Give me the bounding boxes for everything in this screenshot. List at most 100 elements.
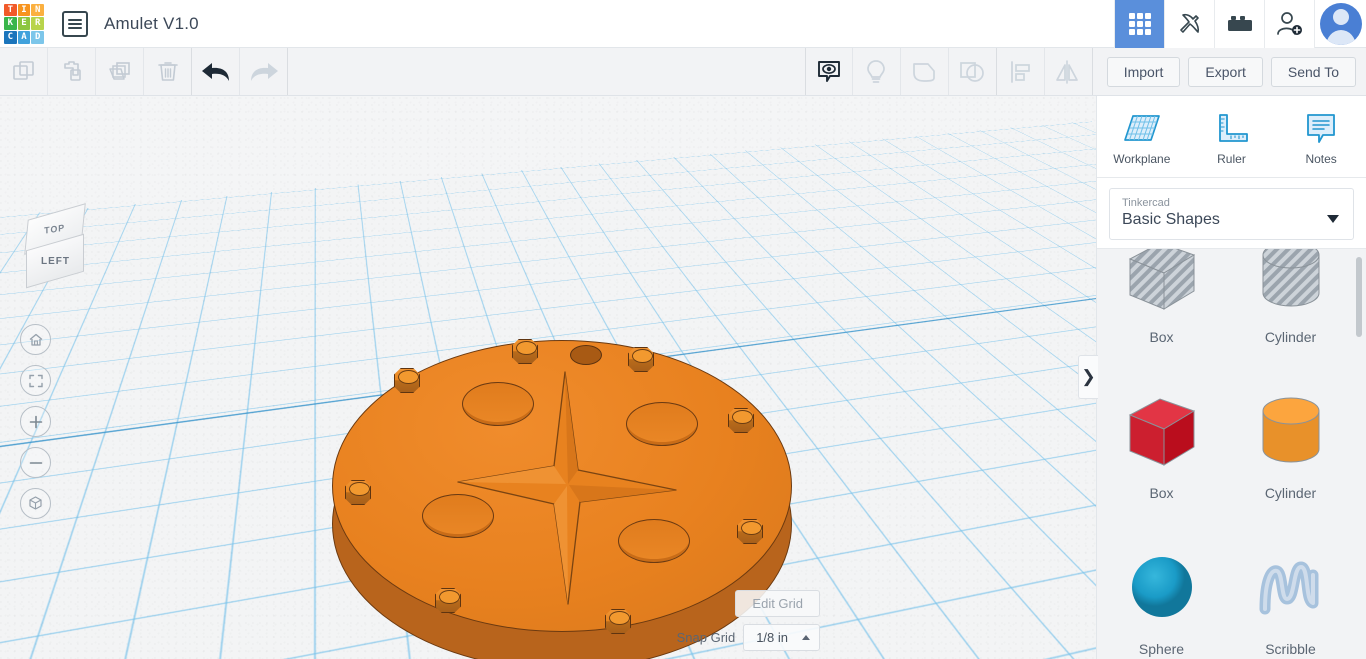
shape-box-hole[interactable]: Box: [1097, 248, 1226, 355]
shape-library-select[interactable]: Tinkercad Basic Shapes: [1109, 188, 1354, 240]
edit-tool-group: [0, 48, 288, 95]
avatar[interactable]: [1320, 3, 1362, 45]
perspective-toggle-button[interactable]: [20, 488, 51, 519]
logo-tile-d: D: [31, 31, 44, 44]
shape-box-hole-thumbnail: [1120, 248, 1204, 321]
shape-box-hole-label: Box: [1149, 329, 1173, 345]
edit-toolbar: Import Export Send To: [0, 48, 1366, 96]
shape-library[interactable]: Box Cylinder Box Cylinder Sphere Scribbl…: [1097, 248, 1366, 659]
view-cube[interactable]: TOP LEFT: [20, 204, 104, 284]
chevron-down-icon: [1327, 215, 1339, 223]
zoom-out-button[interactable]: [20, 447, 51, 478]
workplane-label: Workplane: [1113, 152, 1170, 166]
logo-tile-n: N: [31, 4, 44, 17]
shape-box-solid[interactable]: Box: [1097, 359, 1226, 511]
logo-tile-r: R: [31, 17, 44, 30]
page-title: Amulet V1.0: [104, 14, 199, 34]
redo-button[interactable]: [240, 48, 288, 95]
shape-sphere-thumbnail: [1120, 541, 1204, 633]
show-hide-button[interactable]: [805, 48, 853, 95]
edit-grid-button[interactable]: Edit Grid: [735, 590, 820, 617]
right-panel: Workplane Ruler Notes Tinkercad Basic Sh…: [1096, 96, 1366, 659]
shape-cylinder-solid-thumbnail: [1249, 385, 1333, 477]
tinkercad-logo[interactable]: TIN KER CAD: [2, 2, 46, 46]
panel-tools: Workplane Ruler Notes: [1097, 96, 1366, 178]
logo-tile-a: A: [18, 31, 31, 44]
shape-scribble-label: Scribble: [1265, 641, 1316, 657]
shape-box-solid-thumbnail: [1120, 385, 1204, 477]
workplane-canvas[interactable]: TOP LEFT Edit Grid Snap Grid 1/8 in: [0, 96, 1096, 659]
perspective-toggle-icon: [27, 495, 44, 512]
shape-box-solid-label: Box: [1149, 485, 1173, 501]
project-list-icon[interactable]: [62, 11, 88, 37]
note-button[interactable]: [853, 48, 901, 95]
blocks-button[interactable]: [1214, 0, 1264, 48]
zoom-in-icon: [28, 414, 44, 430]
zoom-out-icon: [28, 455, 44, 471]
library-selector-wrap: Tinkercad Basic Shapes: [1097, 178, 1366, 248]
copy-button[interactable]: [0, 48, 48, 95]
import-button[interactable]: Import: [1107, 57, 1181, 87]
rim-bump-1: [512, 339, 538, 364]
delete-button[interactable]: [144, 48, 192, 95]
fit-to-view-button[interactable]: [20, 365, 51, 396]
rim-bump-4: [728, 408, 754, 433]
library-source-label: Tinkercad: [1122, 197, 1341, 209]
rim-bump-6: [737, 519, 763, 544]
send-to-button[interactable]: Send To: [1271, 57, 1356, 87]
redo-icon: [248, 59, 280, 85]
zoom-in-button[interactable]: [20, 406, 51, 437]
shape-library-scrollbar[interactable]: [1356, 257, 1362, 337]
shape-cylinder-solid-label: Cylinder: [1265, 485, 1316, 501]
shape-sphere[interactable]: Sphere: [1097, 515, 1226, 659]
chevron-up-icon: [802, 635, 810, 640]
apps-grid-button[interactable]: [1114, 0, 1164, 48]
group-icon: [910, 59, 938, 85]
ruler-icon: [1212, 112, 1250, 146]
ruler-tool[interactable]: Ruler: [1194, 112, 1268, 166]
snap-grid-row: Snap Grid 1/8 in: [677, 624, 820, 651]
workplane-icon: [1122, 112, 1162, 146]
align-button[interactable]: [997, 48, 1045, 95]
shape-cylinder-solid[interactable]: Cylinder: [1226, 359, 1355, 511]
add-person-icon: [1276, 11, 1304, 37]
paste-button[interactable]: [48, 48, 96, 95]
shape-sphere-label: Sphere: [1139, 641, 1184, 657]
shape-cylinder-hole-thumbnail: [1249, 248, 1333, 321]
ungroup-button[interactable]: [949, 48, 997, 95]
undo-button[interactable]: [192, 48, 240, 95]
rim-bump-8: [605, 609, 631, 634]
undo-icon: [200, 59, 232, 85]
duplicate-icon: [107, 59, 133, 85]
collapse-panel-button[interactable]: ❯: [1078, 355, 1098, 399]
snap-grid-value: 1/8 in: [756, 630, 788, 645]
grid-controls: Edit Grid Snap Grid 1/8 in: [677, 590, 820, 651]
snap-grid-select[interactable]: 1/8 in: [743, 624, 820, 651]
rim-bump-5: [345, 480, 371, 505]
view-cube-front-label: LEFT: [41, 256, 70, 267]
account-button[interactable]: [1314, 0, 1366, 48]
invite-button[interactable]: [1264, 0, 1314, 48]
paste-icon: [59, 59, 85, 85]
logo-tile-e: E: [18, 17, 31, 30]
mirror-button[interactable]: [1045, 48, 1093, 95]
home-view-button[interactable]: [20, 324, 51, 355]
home-view-icon: [28, 332, 44, 348]
shape-cylinder-hole[interactable]: Cylinder: [1226, 248, 1355, 355]
logo-tile-t: T: [4, 4, 17, 17]
lego-brick-icon: [1227, 13, 1253, 35]
duplicate-button[interactable]: [96, 48, 144, 95]
workplane-tool[interactable]: Workplane: [1105, 112, 1179, 166]
file-actions: Import Export Send To: [1093, 48, 1366, 95]
delete-icon: [155, 59, 181, 85]
export-button[interactable]: Export: [1188, 57, 1262, 87]
shape-scribble[interactable]: Scribble: [1226, 515, 1355, 659]
mirror-icon: [1054, 59, 1082, 85]
rim-bump-3: [394, 368, 420, 393]
group-button[interactable]: [901, 48, 949, 95]
minecraft-button[interactable]: [1164, 0, 1214, 48]
top-bar: TIN KER CAD Amulet V1.0: [0, 0, 1366, 48]
copy-icon: [11, 59, 37, 85]
notes-tool[interactable]: Notes: [1284, 112, 1358, 166]
logo-tile-c: C: [4, 31, 17, 44]
